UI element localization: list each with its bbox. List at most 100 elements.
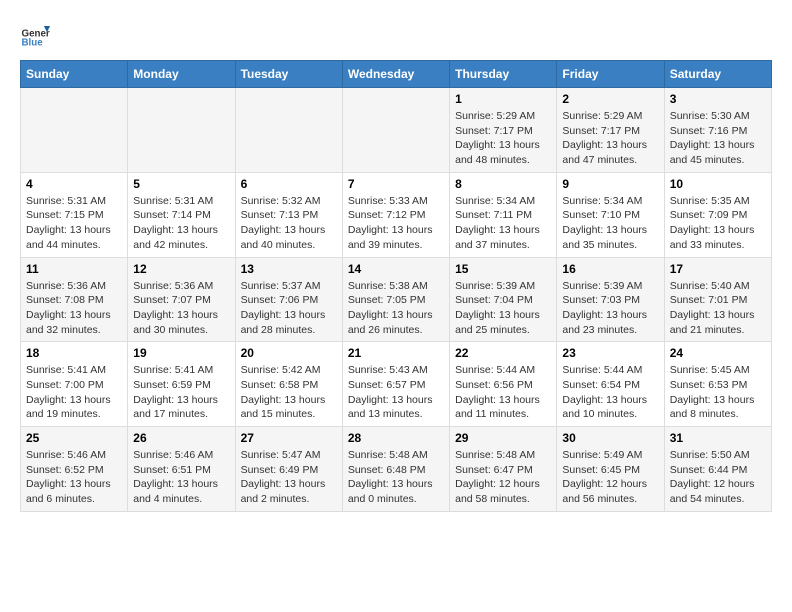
day-number: 5 [133, 177, 229, 191]
calendar-cell: 27Sunrise: 5:47 AM Sunset: 6:49 PM Dayli… [235, 427, 342, 512]
svg-text:Blue: Blue [22, 38, 44, 49]
day-number: 21 [348, 346, 444, 360]
day-number: 1 [455, 92, 551, 106]
calendar-cell: 13 Sunrise: 5:37 AM Sunset: 7:06 PM Dayli… [235, 257, 342, 342]
calendar-cell: 14Sunrise: 5:38 AM Sunset: 7:05 PM Dayli… [342, 257, 449, 342]
day-number: 11 [26, 262, 122, 276]
day-info: Sunrise: 5:48 AM Sunset: 6:47 PM Dayligh… [455, 448, 551, 507]
day-number: 8 [455, 177, 551, 191]
column-header-saturday: Saturday [664, 61, 771, 88]
day-number: 26 [133, 431, 229, 445]
day-number: 13 [241, 262, 337, 276]
day-info: Sunrise: 5:33 AM Sunset: 7:12 PM Dayligh… [348, 194, 444, 253]
column-header-tuesday: Tuesday [235, 61, 342, 88]
day-info: Sunrise: 5:34 AM Sunset: 7:11 PM Dayligh… [455, 194, 551, 253]
day-number: 28 [348, 431, 444, 445]
day-number: 23 [562, 346, 658, 360]
day-info: Sunrise: 5:39 AM Sunset: 7:04 PM Dayligh… [455, 279, 551, 338]
day-number: 19 [133, 346, 229, 360]
week-row-2: 4 Sunrise: 5:31 AM Sunset: 7:15 PM Daylig… [21, 172, 772, 257]
day-info: Sunrise: 5:36 AM Sunset: 7:08 PM Dayligh… [26, 279, 122, 338]
calendar-cell: 25Sunrise: 5:46 AM Sunset: 6:52 PM Dayli… [21, 427, 128, 512]
logo: General Blue [20, 20, 50, 50]
calendar-cell: 2Sunrise: 5:29 AM Sunset: 7:17 PM Daylig… [557, 88, 664, 173]
day-info: Sunrise: 5:31 AM Sunset: 7:15 PM Dayligh… [26, 194, 122, 253]
calendar-cell: 7 Sunrise: 5:33 AM Sunset: 7:12 PM Daylig… [342, 172, 449, 257]
page-header: General Blue [20, 20, 772, 50]
day-info: Sunrise: 5:41 AM Sunset: 7:00 PM Dayligh… [26, 363, 122, 422]
calendar-cell: 4 Sunrise: 5:31 AM Sunset: 7:15 PM Daylig… [21, 172, 128, 257]
column-header-monday: Monday [128, 61, 235, 88]
column-header-sunday: Sunday [21, 61, 128, 88]
calendar-cell: 17 Sunrise: 5:40 AM Sunset: 7:01 PM Dayli… [664, 257, 771, 342]
calendar-cell: 8 Sunrise: 5:34 AM Sunset: 7:11 PM Daylig… [450, 172, 557, 257]
day-number: 9 [562, 177, 658, 191]
day-info: Sunrise: 5:31 AM Sunset: 7:14 PM Dayligh… [133, 194, 229, 253]
day-info: Sunrise: 5:40 AM Sunset: 7:01 PM Dayligh… [670, 279, 766, 338]
week-row-4: 18 Sunrise: 5:41 AM Sunset: 7:00 PM Dayli… [21, 342, 772, 427]
calendar-cell: 1 Sunrise: 5:29 AM Sunset: 7:17 PM Daylig… [450, 88, 557, 173]
calendar-cell: 6Sunrise: 5:32 AM Sunset: 7:13 PM Daylig… [235, 172, 342, 257]
day-number: 17 [670, 262, 766, 276]
day-number: 22 [455, 346, 551, 360]
calendar-cell [128, 88, 235, 173]
day-info: Sunrise: 5:47 AM Sunset: 6:49 PM Dayligh… [241, 448, 337, 507]
day-info: Sunrise: 5:42 AM Sunset: 6:58 PM Dayligh… [241, 363, 337, 422]
calendar-cell: 10Sunrise: 5:35 AM Sunset: 7:09 PM Dayli… [664, 172, 771, 257]
day-info: Sunrise: 5:34 AM Sunset: 7:10 PM Dayligh… [562, 194, 658, 253]
day-number: 3 [670, 92, 766, 106]
day-info: Sunrise: 5:38 AM Sunset: 7:05 PM Dayligh… [348, 279, 444, 338]
week-row-1: 1 Sunrise: 5:29 AM Sunset: 7:17 PM Daylig… [21, 88, 772, 173]
day-info: Sunrise: 5:45 AM Sunset: 6:53 PM Dayligh… [670, 363, 766, 422]
calendar-cell: 5 Sunrise: 5:31 AM Sunset: 7:14 PM Daylig… [128, 172, 235, 257]
calendar-cell: 15 Sunrise: 5:39 AM Sunset: 7:04 PM Dayli… [450, 257, 557, 342]
calendar-cell: 3 Sunrise: 5:30 AM Sunset: 7:16 PM Daylig… [664, 88, 771, 173]
week-row-5: 25Sunrise: 5:46 AM Sunset: 6:52 PM Dayli… [21, 427, 772, 512]
calendar-cell: 22 Sunrise: 5:44 AM Sunset: 6:56 PM Dayli… [450, 342, 557, 427]
calendar-cell: 21 Sunrise: 5:43 AM Sunset: 6:57 PM Dayli… [342, 342, 449, 427]
calendar-cell: 16Sunrise: 5:39 AM Sunset: 7:03 PM Dayli… [557, 257, 664, 342]
day-number: 31 [670, 431, 766, 445]
day-number: 24 [670, 346, 766, 360]
day-info: Sunrise: 5:41 AM Sunset: 6:59 PM Dayligh… [133, 363, 229, 422]
calendar-cell [342, 88, 449, 173]
calendar-cell: 19 Sunrise: 5:41 AM Sunset: 6:59 PM Dayli… [128, 342, 235, 427]
day-number: 4 [26, 177, 122, 191]
week-row-3: 11 Sunrise: 5:36 AM Sunset: 7:08 PM Dayli… [21, 257, 772, 342]
calendar-cell [235, 88, 342, 173]
day-info: Sunrise: 5:35 AM Sunset: 7:09 PM Dayligh… [670, 194, 766, 253]
day-number: 6 [241, 177, 337, 191]
calendar-cell: 24 Sunrise: 5:45 AM Sunset: 6:53 PM Dayli… [664, 342, 771, 427]
calendar-cell: 12 Sunrise: 5:36 AM Sunset: 7:07 PM Dayli… [128, 257, 235, 342]
day-info: Sunrise: 5:46 AM Sunset: 6:51 PM Dayligh… [133, 448, 229, 507]
calendar-cell: 20 Sunrise: 5:42 AM Sunset: 6:58 PM Dayli… [235, 342, 342, 427]
day-info: Sunrise: 5:50 AM Sunset: 6:44 PM Dayligh… [670, 448, 766, 507]
calendar-cell: 31 Sunrise: 5:50 AM Sunset: 6:44 PM Dayli… [664, 427, 771, 512]
day-info: Sunrise: 5:43 AM Sunset: 6:57 PM Dayligh… [348, 363, 444, 422]
column-header-friday: Friday [557, 61, 664, 88]
column-header-wednesday: Wednesday [342, 61, 449, 88]
day-info: Sunrise: 5:48 AM Sunset: 6:48 PM Dayligh… [348, 448, 444, 507]
calendar-cell: 18 Sunrise: 5:41 AM Sunset: 7:00 PM Dayli… [21, 342, 128, 427]
calendar-header-row: SundayMondayTuesdayWednesdayThursdayFrid… [21, 61, 772, 88]
day-number: 20 [241, 346, 337, 360]
day-number: 29 [455, 431, 551, 445]
column-header-thursday: Thursday [450, 61, 557, 88]
calendar-cell: 26 Sunrise: 5:46 AM Sunset: 6:51 PM Dayli… [128, 427, 235, 512]
day-number: 12 [133, 262, 229, 276]
calendar-cell: 28 Sunrise: 5:48 AM Sunset: 6:48 PM Dayli… [342, 427, 449, 512]
day-info: Sunrise: 5:30 AM Sunset: 7:16 PM Dayligh… [670, 109, 766, 168]
day-number: 25 [26, 431, 122, 445]
day-info: Sunrise: 5:44 AM Sunset: 6:56 PM Dayligh… [455, 363, 551, 422]
day-info: Sunrise: 5:49 AM Sunset: 6:45 PM Dayligh… [562, 448, 658, 507]
day-number: 2 [562, 92, 658, 106]
day-info: Sunrise: 5:29 AM Sunset: 7:17 PM Dayligh… [455, 109, 551, 168]
day-info: Sunrise: 5:36 AM Sunset: 7:07 PM Dayligh… [133, 279, 229, 338]
day-number: 15 [455, 262, 551, 276]
calendar-cell: 29 Sunrise: 5:48 AM Sunset: 6:47 PM Dayli… [450, 427, 557, 512]
day-info: Sunrise: 5:37 AM Sunset: 7:06 PM Dayligh… [241, 279, 337, 338]
day-number: 7 [348, 177, 444, 191]
day-number: 18 [26, 346, 122, 360]
day-number: 30 [562, 431, 658, 445]
logo-icon: General Blue [20, 20, 50, 50]
